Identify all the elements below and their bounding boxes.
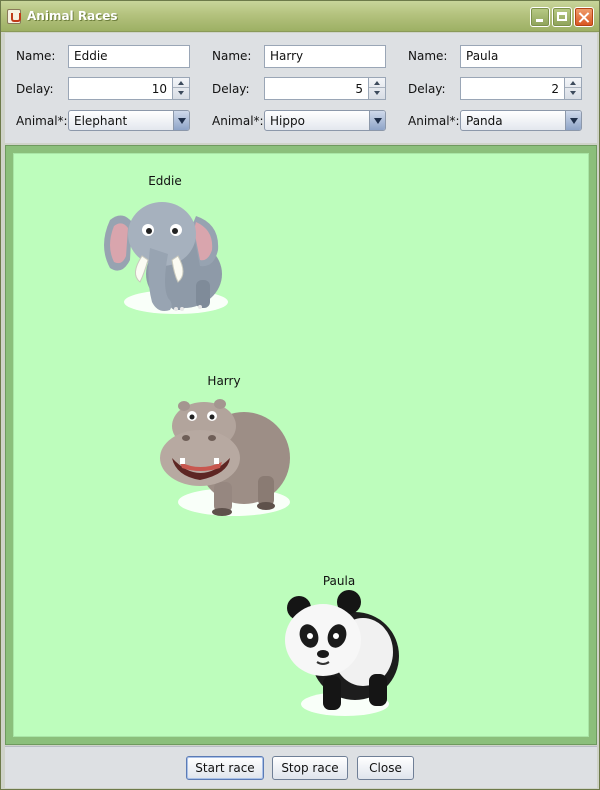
racer-3-animal-select[interactable]: Panda [460, 110, 582, 131]
elephant-image [104, 202, 228, 314]
racer-3-delay-spinner[interactable]: 2 [460, 77, 582, 100]
arrow-up-icon[interactable] [565, 78, 581, 88]
close-button[interactable]: Close [357, 756, 414, 780]
hippo-image [160, 399, 290, 516]
stop-race-button[interactable]: Stop race [272, 756, 348, 780]
app-window: Animal Races Name: Eddie Delay: 10 Anima… [0, 0, 600, 790]
button-bar: Start race Stop race Close [5, 746, 597, 788]
name-label: Name: [408, 49, 448, 63]
arrow-up-icon[interactable] [369, 78, 385, 88]
arrow-up-icon[interactable] [173, 78, 189, 88]
delay-label: Delay: [16, 82, 54, 96]
racer-label-harry: Harry [207, 374, 241, 388]
delay-label: Delay: [408, 82, 446, 96]
delay-value: 10 [151, 82, 167, 96]
animal-value: Elephant [74, 114, 128, 128]
racer-1-delay-spinner[interactable]: 10 [68, 77, 190, 100]
animal-label: Animal*: [408, 114, 460, 128]
delay-value: 2 [551, 82, 559, 96]
name-label: Name: [212, 49, 252, 63]
racer-label-eddie: Eddie [148, 174, 182, 188]
chevron-down-icon[interactable] [173, 111, 189, 130]
delay-value: 5 [355, 82, 363, 96]
close-window-button[interactable] [574, 7, 594, 27]
animal-label: Animal*: [212, 114, 264, 128]
racer-3-name-input[interactable]: Paula [460, 45, 582, 68]
racer-2-animal-select[interactable]: Hippo [264, 110, 386, 131]
delay-label: Delay: [212, 82, 250, 96]
animal-label: Animal*: [16, 114, 68, 128]
maximize-button[interactable] [552, 7, 572, 27]
racer-1-animal-select[interactable]: Elephant [68, 110, 190, 131]
racer-settings-panel: Name: Eddie Delay: 10 Animal*: Elephant … [5, 33, 597, 143]
racer-2-name-input[interactable]: Harry [264, 45, 386, 68]
racer-label-paula: Paula [322, 574, 356, 588]
racer-1-name-input[interactable]: Eddie [68, 45, 190, 68]
title-bar[interactable]: Animal Races [1, 1, 599, 32]
start-race-button[interactable]: Start race [186, 756, 264, 780]
arrow-down-icon[interactable] [173, 88, 189, 98]
panda-image [285, 590, 399, 716]
animal-value: Hippo [270, 114, 305, 128]
minimize-button[interactable] [530, 7, 550, 27]
name-label: Name: [16, 49, 56, 63]
arrow-down-icon[interactable] [565, 88, 581, 98]
java-cup-icon [7, 9, 21, 24]
animal-value: Panda [466, 114, 503, 128]
window-title: Animal Races [27, 9, 118, 23]
chevron-down-icon[interactable] [369, 111, 385, 130]
arrow-down-icon[interactable] [369, 88, 385, 98]
racer-2-delay-spinner[interactable]: 5 [264, 77, 386, 100]
race-track-frame: Eddie Harry Paula [5, 145, 597, 745]
race-track: Eddie Harry Paula [13, 153, 589, 737]
chevron-down-icon[interactable] [565, 111, 581, 130]
